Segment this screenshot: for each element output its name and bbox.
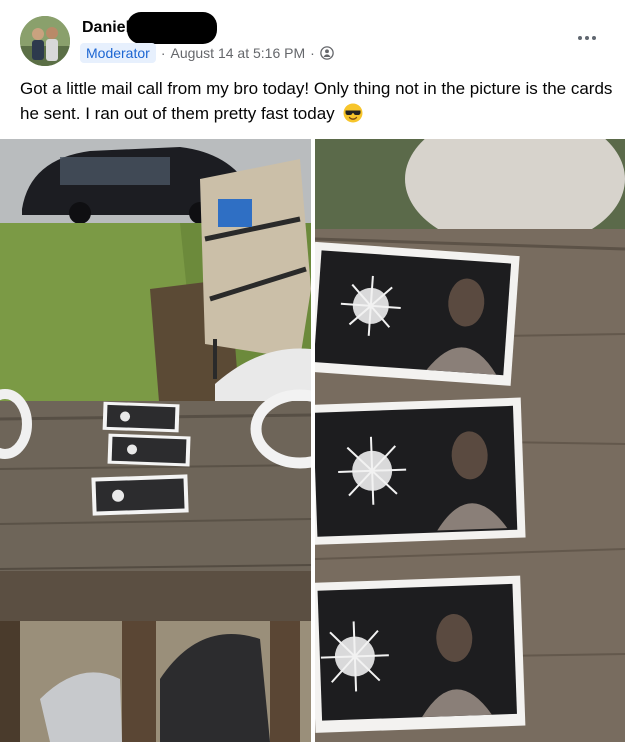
more-options-icon[interactable] <box>575 30 599 46</box>
author-avatar[interactable] <box>20 16 70 66</box>
post-photo-right[interactable] <box>315 139 625 742</box>
sunglasses-emoji-icon <box>343 103 363 130</box>
meta-separator: · <box>160 45 166 61</box>
redaction-mark <box>127 12 217 44</box>
post-timestamp[interactable]: August 14 at 5:16 PM <box>170 45 305 61</box>
author-name[interactable]: Daniel <box>82 19 130 37</box>
group-icon <box>320 46 334 60</box>
post-caption: Got a little mail call from my bro today… <box>20 76 615 130</box>
post-photo-left[interactable] <box>0 139 311 742</box>
moderator-badge[interactable]: Moderator <box>80 43 156 63</box>
caption-text: Got a little mail call from my bro today… <box>20 79 613 123</box>
post-meta: Moderator · August 14 at 5:16 PM · <box>80 42 334 64</box>
meta-separator: · <box>310 45 315 61</box>
facebook-post: Daniel Moderator · August 14 at 5:16 PM … <box>0 0 625 742</box>
